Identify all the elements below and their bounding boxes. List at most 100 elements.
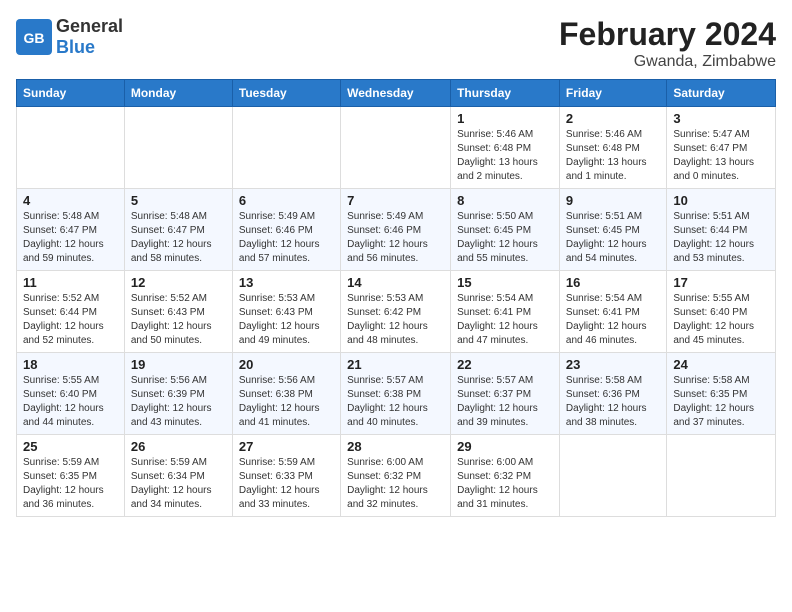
calendar-cell: 24 Sunrise: 5:58 AM Sunset: 6:35 PM Dayli… [667,353,776,435]
day-detail: Sunrise: 5:56 AM Sunset: 6:39 PM Dayligh… [131,374,226,430]
calendar-cell: 15 Sunrise: 5:54 AM Sunset: 6:41 PM Dayli… [451,271,560,353]
day-number: 14 [347,275,444,290]
day-detail: Sunrise: 5:48 AM Sunset: 6:47 PM Dayligh… [23,210,118,266]
day-detail: Sunrise: 5:48 AM Sunset: 6:47 PM Dayligh… [131,210,226,266]
calendar-cell: 4Sunrise: 5:48 AM Sunset: 6:47 PM Daylig… [17,189,125,271]
day-detail: Sunrise: 6:00 AM Sunset: 6:32 PM Dayligh… [347,456,444,512]
calendar-cell: 6Sunrise: 5:49 AM Sunset: 6:46 PM Daylig… [232,189,340,271]
day-number: 11 [23,275,118,290]
week-row-3: 11 Sunrise: 5:52 AM Sunset: 6:44 PM Dayli… [17,271,776,353]
day-number: 2 [566,111,660,126]
day-detail: Sunrise: 5:51 AM Sunset: 6:45 PM Dayligh… [566,210,660,266]
day-number: 10 [673,193,769,208]
calendar-cell [232,107,340,189]
day-detail: Sunrise: 5:52 AM Sunset: 6:43 PM Dayligh… [131,292,226,348]
location: Gwanda, Zimbabwe [559,53,776,71]
calendar-cell: 22 Sunrise: 5:57 AM Sunset: 6:37 PM Dayli… [451,353,560,435]
week-row-1: 1Sunrise: 5:46 AM Sunset: 6:48 PM Daylig… [17,107,776,189]
logo-icon: GB [16,19,52,55]
day-number: 18 [23,357,118,372]
day-detail: Sunrise: 5:52 AM Sunset: 6:44 PM Dayligh… [23,292,118,348]
day-detail: Sunrise: 5:59 AM Sunset: 6:35 PM Dayligh… [23,456,118,512]
col-header-monday: Monday [124,80,232,107]
day-detail: Sunrise: 5:49 AM Sunset: 6:46 PM Dayligh… [239,210,334,266]
calendar-cell [559,435,666,517]
col-header-tuesday: Tuesday [232,80,340,107]
calendar-cell: 27Sunrise: 5:59 AM Sunset: 6:33 PM Dayli… [232,435,340,517]
day-number: 5 [131,193,226,208]
day-detail: Sunrise: 5:56 AM Sunset: 6:38 PM Dayligh… [239,374,334,430]
calendar-cell: 12 Sunrise: 5:52 AM Sunset: 6:43 PM Dayli… [124,271,232,353]
day-detail: Sunrise: 6:00 AM Sunset: 6:32 PM Dayligh… [457,456,553,512]
calendar-cell: 11 Sunrise: 5:52 AM Sunset: 6:44 PM Dayli… [17,271,125,353]
day-number: 7 [347,193,444,208]
day-number: 19 [131,357,226,372]
day-detail: Sunrise: 5:57 AM Sunset: 6:37 PM Dayligh… [457,374,553,430]
calendar-cell: 16Sunrise: 5:54 AM Sunset: 6:41 PM Dayli… [559,271,666,353]
calendar-cell: 29 Sunrise: 6:00 AM Sunset: 6:32 PM Dayli… [451,435,560,517]
day-number: 15 [457,275,553,290]
day-detail: Sunrise: 5:54 AM Sunset: 6:41 PM Dayligh… [457,292,553,348]
calendar-cell: 20 Sunrise: 5:56 AM Sunset: 6:38 PM Dayli… [232,353,340,435]
calendar-cell: 23Sunrise: 5:58 AM Sunset: 6:36 PM Dayli… [559,353,666,435]
svg-text:GB: GB [24,30,45,46]
day-detail: Sunrise: 5:59 AM Sunset: 6:34 PM Dayligh… [131,456,226,512]
logo-general-text: General [56,16,123,36]
col-header-saturday: Saturday [667,80,776,107]
day-detail: Sunrise: 5:53 AM Sunset: 6:42 PM Dayligh… [347,292,444,348]
calendar-cell: 2 Sunrise: 5:46 AM Sunset: 6:48 PM Daylig… [559,107,666,189]
calendar-cell: 9Sunrise: 5:51 AM Sunset: 6:45 PM Daylig… [559,189,666,271]
calendar-cell: 10 Sunrise: 5:51 AM Sunset: 6:44 PM Dayli… [667,189,776,271]
day-number: 22 [457,357,553,372]
calendar-cell [17,107,125,189]
calendar-cell: 7 Sunrise: 5:49 AM Sunset: 6:46 PM Daylig… [341,189,451,271]
calendar-cell: 8 Sunrise: 5:50 AM Sunset: 6:45 PM Daylig… [451,189,560,271]
day-detail: Sunrise: 5:53 AM Sunset: 6:43 PM Dayligh… [239,292,334,348]
calendar-cell [124,107,232,189]
calendar-cell: 18 Sunrise: 5:55 AM Sunset: 6:40 PM Dayli… [17,353,125,435]
day-detail: Sunrise: 5:50 AM Sunset: 6:45 PM Dayligh… [457,210,553,266]
logo: GB General Blue [16,16,123,58]
calendar-cell: 3Sunrise: 5:47 AM Sunset: 6:47 PM Daylig… [667,107,776,189]
day-detail: Sunrise: 5:47 AM Sunset: 6:47 PM Dayligh… [673,128,769,184]
day-number: 25 [23,439,118,454]
calendar-cell: 21 Sunrise: 5:57 AM Sunset: 6:38 PM Dayli… [341,353,451,435]
day-detail: Sunrise: 5:58 AM Sunset: 6:35 PM Dayligh… [673,374,769,430]
day-number: 8 [457,193,553,208]
day-detail: Sunrise: 5:49 AM Sunset: 6:46 PM Dayligh… [347,210,444,266]
day-number: 26 [131,439,226,454]
day-detail: Sunrise: 5:46 AM Sunset: 6:48 PM Dayligh… [566,128,660,184]
day-number: 20 [239,357,334,372]
day-detail: Sunrise: 5:57 AM Sunset: 6:38 PM Dayligh… [347,374,444,430]
col-header-wednesday: Wednesday [341,80,451,107]
calendar-cell: 28 Sunrise: 6:00 AM Sunset: 6:32 PM Dayli… [341,435,451,517]
day-number: 13 [239,275,334,290]
day-number: 16 [566,275,660,290]
week-row-5: 25 Sunrise: 5:59 AM Sunset: 6:35 PM Dayli… [17,435,776,517]
day-number: 12 [131,275,226,290]
month-year: February 2024 [559,16,776,53]
day-number: 21 [347,357,444,372]
calendar-cell: 1Sunrise: 5:46 AM Sunset: 6:48 PM Daylig… [451,107,560,189]
day-detail: Sunrise: 5:51 AM Sunset: 6:44 PM Dayligh… [673,210,769,266]
calendar-cell: 13 Sunrise: 5:53 AM Sunset: 6:43 PM Dayli… [232,271,340,353]
day-detail: Sunrise: 5:55 AM Sunset: 6:40 PM Dayligh… [23,374,118,430]
day-number: 24 [673,357,769,372]
calendar-cell: 25 Sunrise: 5:59 AM Sunset: 6:35 PM Dayli… [17,435,125,517]
day-number: 29 [457,439,553,454]
calendar-table: SundayMondayTuesdayWednesdayThursdayFrid… [16,79,776,517]
day-detail: Sunrise: 5:59 AM Sunset: 6:33 PM Dayligh… [239,456,334,512]
day-number: 23 [566,357,660,372]
logo-blue-text: Blue [56,37,95,57]
calendar-cell: 14 Sunrise: 5:53 AM Sunset: 6:42 PM Dayli… [341,271,451,353]
col-header-sunday: Sunday [17,80,125,107]
page-header: GB General Blue February 2024 Gwanda, Zi… [16,16,776,71]
col-header-thursday: Thursday [451,80,560,107]
title-block: February 2024 Gwanda, Zimbabwe [559,16,776,71]
day-detail: Sunrise: 5:55 AM Sunset: 6:40 PM Dayligh… [673,292,769,348]
calendar-header-row: SundayMondayTuesdayWednesdayThursdayFrid… [17,80,776,107]
calendar-cell: 26 Sunrise: 5:59 AM Sunset: 6:34 PM Dayli… [124,435,232,517]
day-number: 28 [347,439,444,454]
calendar-cell: 17Sunrise: 5:55 AM Sunset: 6:40 PM Dayli… [667,271,776,353]
day-detail: Sunrise: 5:46 AM Sunset: 6:48 PM Dayligh… [457,128,553,184]
